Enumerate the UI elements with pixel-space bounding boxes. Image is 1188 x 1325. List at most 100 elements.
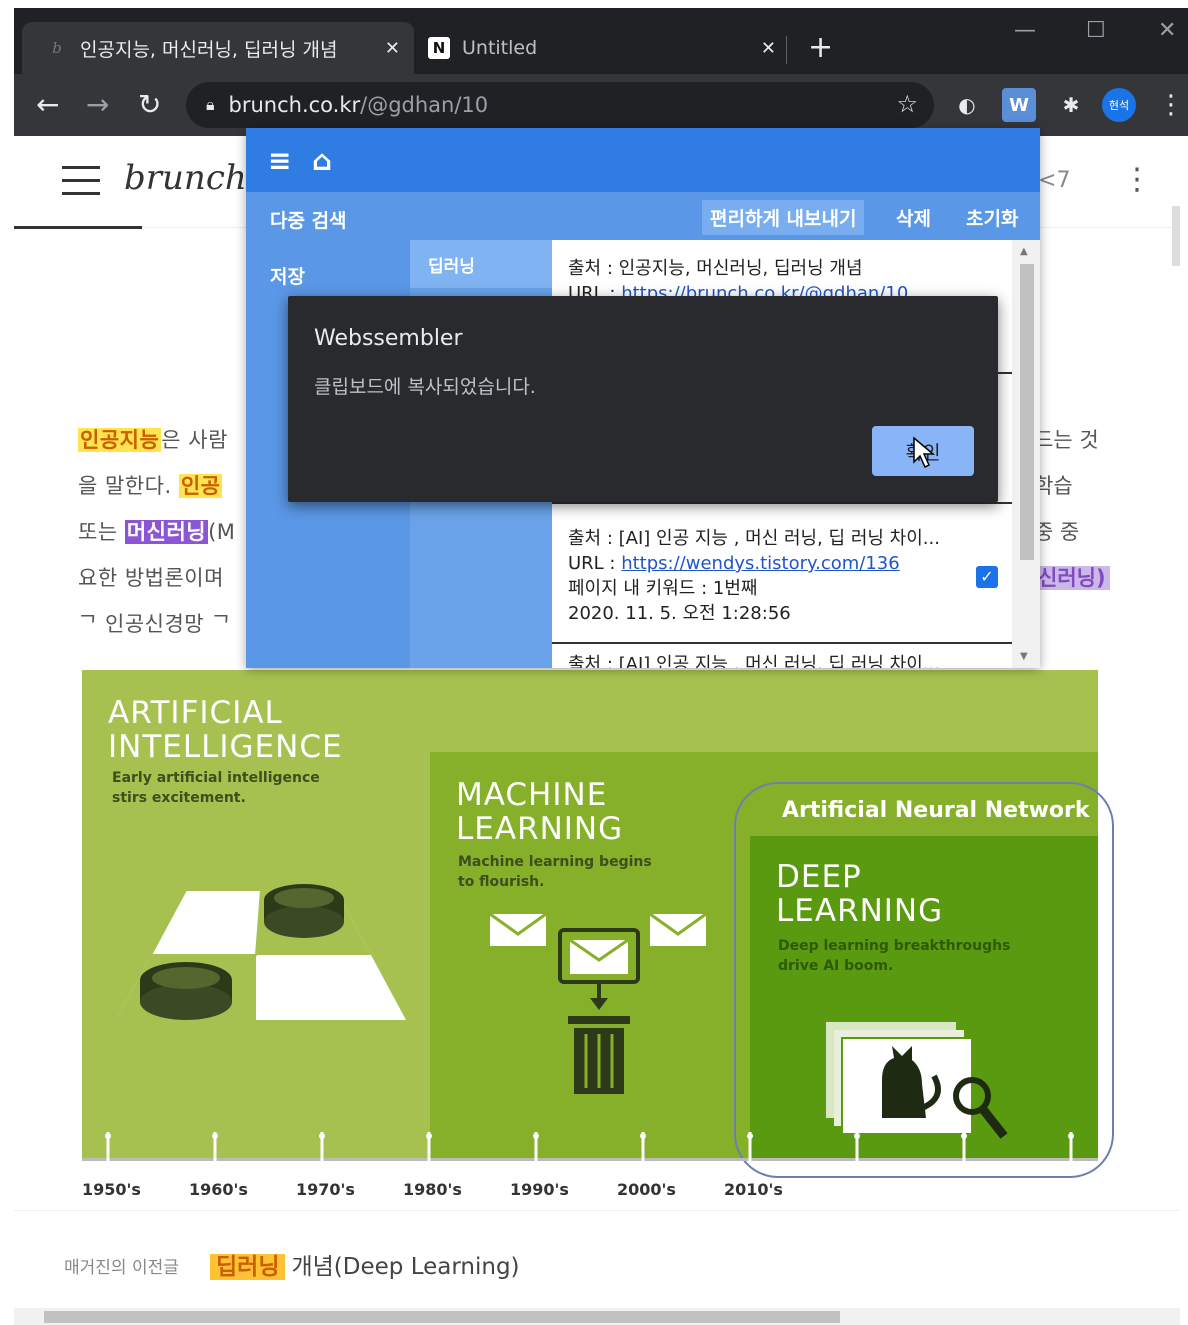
alert-message: 클립보드에 복사되었습니다. [314, 376, 536, 398]
browser-toolbar: ← → ↻ 🔒︎ brunch.co.kr/@gdhan/10 ☆ ◐ W ✱ … [14, 74, 1188, 136]
article-text: (M [208, 520, 236, 544]
ai-ml-dl-infographic: ARTIFICIAL INTELLIGENCE Early artificial… [82, 670, 1114, 1199]
keyword-highlight[interactable]: 인공 [178, 474, 223, 498]
hamburger-menu-icon[interactable] [62, 166, 100, 196]
checkers-board-icon [116, 884, 406, 1020]
timeline-year-label: 1960's [189, 1180, 248, 1199]
keyword-highlight[interactable]: 머신러닝 [124, 520, 209, 544]
previous-article-title[interactable]: 딥러닝 개념(Deep Learning) [210, 1247, 520, 1281]
delete-button[interactable]: 삭제 [896, 204, 931, 231]
result-item[interactable]: 출처 : [AI] 인공 지능 , 머신 러닝, 딥 러닝 차이... URL … [568, 526, 940, 626]
home-icon[interactable]: ⌂ [312, 144, 332, 177]
dl-subtitle-line: drive AI boom. [778, 958, 894, 974]
ai-title-line: INTELLIGENCE [108, 729, 343, 765]
bookmark-star-icon[interactable]: ☆ [896, 90, 918, 118]
mouse-cursor-icon [913, 436, 936, 469]
forward-icon[interactable]: → [86, 88, 109, 121]
popup-scroll-thumb[interactable] [1020, 264, 1034, 560]
keyword-highlight[interactable]: 인공지능 [78, 428, 162, 452]
keyword-item[interactable]: 딥러닝 [410, 240, 552, 288]
article-line: 또는 머신러닝(M [78, 516, 235, 546]
scrollbar-thumb[interactable] [44, 1311, 840, 1323]
article-line: 요한 방법론이며 [78, 566, 224, 590]
tab-close-icon[interactable]: ✕ [385, 38, 400, 59]
result-source: 출처 : 인공지능, 머신러닝, 딥러닝 개념 [568, 258, 863, 279]
result-source: 출처 : [AI] 인공 지능 , 머신 러닝, 딥 러닝 차이... [568, 528, 940, 549]
article-text-right: 신러닝) [1034, 562, 1110, 592]
popup-header: ≡ ⌂ [246, 128, 1040, 192]
timeline-tick [853, 1132, 861, 1162]
previous-article-title-text: 개념(Deep Learning) [291, 1254, 520, 1280]
result-item[interactable]: 출처 : [AI] 인공 지능 , 머신 러닝, 딥 러닝 차이... [568, 652, 940, 668]
article-line: 을 말한다. 인공 [78, 470, 223, 500]
scroll-down-icon[interactable]: ▼ [1020, 651, 1028, 662]
brunch-icon: b [52, 39, 62, 57]
tab-brunch[interactable]: b 인공지능, 머신러닝, 딥러닝 개념 ✕ [22, 22, 414, 74]
timeline-year-label: 2010's [724, 1180, 783, 1199]
sidebar-item-multi-search[interactable]: 다중 검색 [270, 206, 347, 233]
timeline-tick [318, 1132, 326, 1162]
dl-subtitle-line: Deep learning breakthroughs [778, 938, 1011, 954]
timeline-tick [211, 1132, 219, 1162]
minimize-icon[interactable]: — [1014, 18, 1036, 43]
ai-title-line: ARTIFICIAL [108, 695, 283, 731]
timeline-axis [82, 1158, 1098, 1161]
cat-recognition-icon [826, 1022, 1008, 1139]
export-button[interactable]: 편리하게 내보내기 [702, 200, 865, 235]
back-icon[interactable]: ← [36, 88, 59, 121]
article-text: 을 말한다. [78, 474, 179, 498]
result-url-label: URL : [568, 553, 622, 574]
email-filter-icon [489, 912, 707, 1094]
alert-dialog: Webssembler 클립보드에 복사되었습니다. 확인 [288, 296, 998, 502]
maximize-icon[interactable]: ☐ [1086, 18, 1106, 43]
scroll-up-icon[interactable]: ▲ [1020, 246, 1028, 257]
address-bar[interactable]: 🔒︎ brunch.co.kr/@gdhan/10 ☆ [186, 82, 934, 128]
result-divider [552, 502, 1012, 504]
reload-icon[interactable]: ↻ [138, 88, 161, 121]
browser-menu-icon[interactable]: ⋮ [1154, 88, 1188, 122]
result-checkbox[interactable]: ✓ [976, 566, 998, 588]
tab-untitled[interactable]: N Untitled ✕ [414, 22, 790, 74]
previous-article-bar[interactable]: 매거진의 이전글 딥러닝 개념(Deep Learning) [14, 1210, 1180, 1311]
popup-scrollbar[interactable]: ▲ ▼ [1012, 240, 1040, 668]
tab-separator [786, 36, 787, 64]
timeline-tick [104, 1132, 112, 1162]
article-text: 은 사람 [161, 428, 228, 452]
ml-title-line: MACHINE [456, 777, 608, 813]
profile-avatar[interactable]: 현석 [1102, 88, 1136, 122]
share-icon: < [1038, 168, 1057, 193]
timeline-tick [1067, 1132, 1075, 1162]
previous-article-label: 매거진의 이전글 [64, 1258, 179, 1278]
dark-mode-icon[interactable]: ◐ [950, 88, 984, 122]
result-url-link[interactable]: https://wendys.tistory.com/136 [621, 553, 899, 574]
ml-title-line: LEARNING [456, 811, 624, 847]
horizontal-scrollbar[interactable] [14, 1308, 1180, 1325]
new-tab-button[interactable]: + [808, 30, 833, 65]
ann-title: Artificial Neural Network [782, 798, 1090, 823]
ml-subtitle-line: to flourish. [458, 874, 545, 890]
reset-button[interactable]: 초기화 [966, 204, 1018, 231]
share-count[interactable]: <7 [1038, 168, 1070, 193]
tab-title: 인공지능, 머신러닝, 딥러닝 개념 [80, 38, 338, 61]
keyword-highlight[interactable]: 신러닝) [1034, 566, 1110, 590]
timeline-tick [532, 1132, 540, 1162]
vertical-scrollbar[interactable] [1172, 206, 1180, 266]
more-options-icon[interactable]: ⋮ [1122, 162, 1152, 197]
sidebar-item-save[interactable]: 저장 [270, 262, 305, 289]
close-window-icon[interactable]: ✕ [1158, 18, 1176, 43]
article-text-right: 중 중 [1034, 520, 1080, 544]
tab-close-icon[interactable]: ✕ [761, 38, 776, 59]
webssembler-extension-icon[interactable]: W [1002, 88, 1036, 122]
keyword-highlight: 딥러닝 [210, 1254, 286, 1280]
ai-subtitle-line: stirs excitement. [112, 790, 246, 806]
extensions-puzzle-icon[interactable]: ✱ [1054, 88, 1088, 122]
brunch-logo[interactable]: brunch [124, 158, 247, 198]
timeline-tick [425, 1132, 433, 1162]
lock-icon: 🔒︎ [206, 95, 215, 114]
menu-icon[interactable]: ≡ [268, 144, 291, 177]
result-divider [552, 642, 1012, 644]
dl-title-line: DEEP [776, 859, 862, 895]
popup-action-bar: 편리하게 내보내기 삭제 초기화 [410, 192, 1040, 240]
dl-title-line: LEARNING [776, 893, 944, 929]
article-line: ᄀ 인공신경망 ᄀ [78, 612, 232, 636]
